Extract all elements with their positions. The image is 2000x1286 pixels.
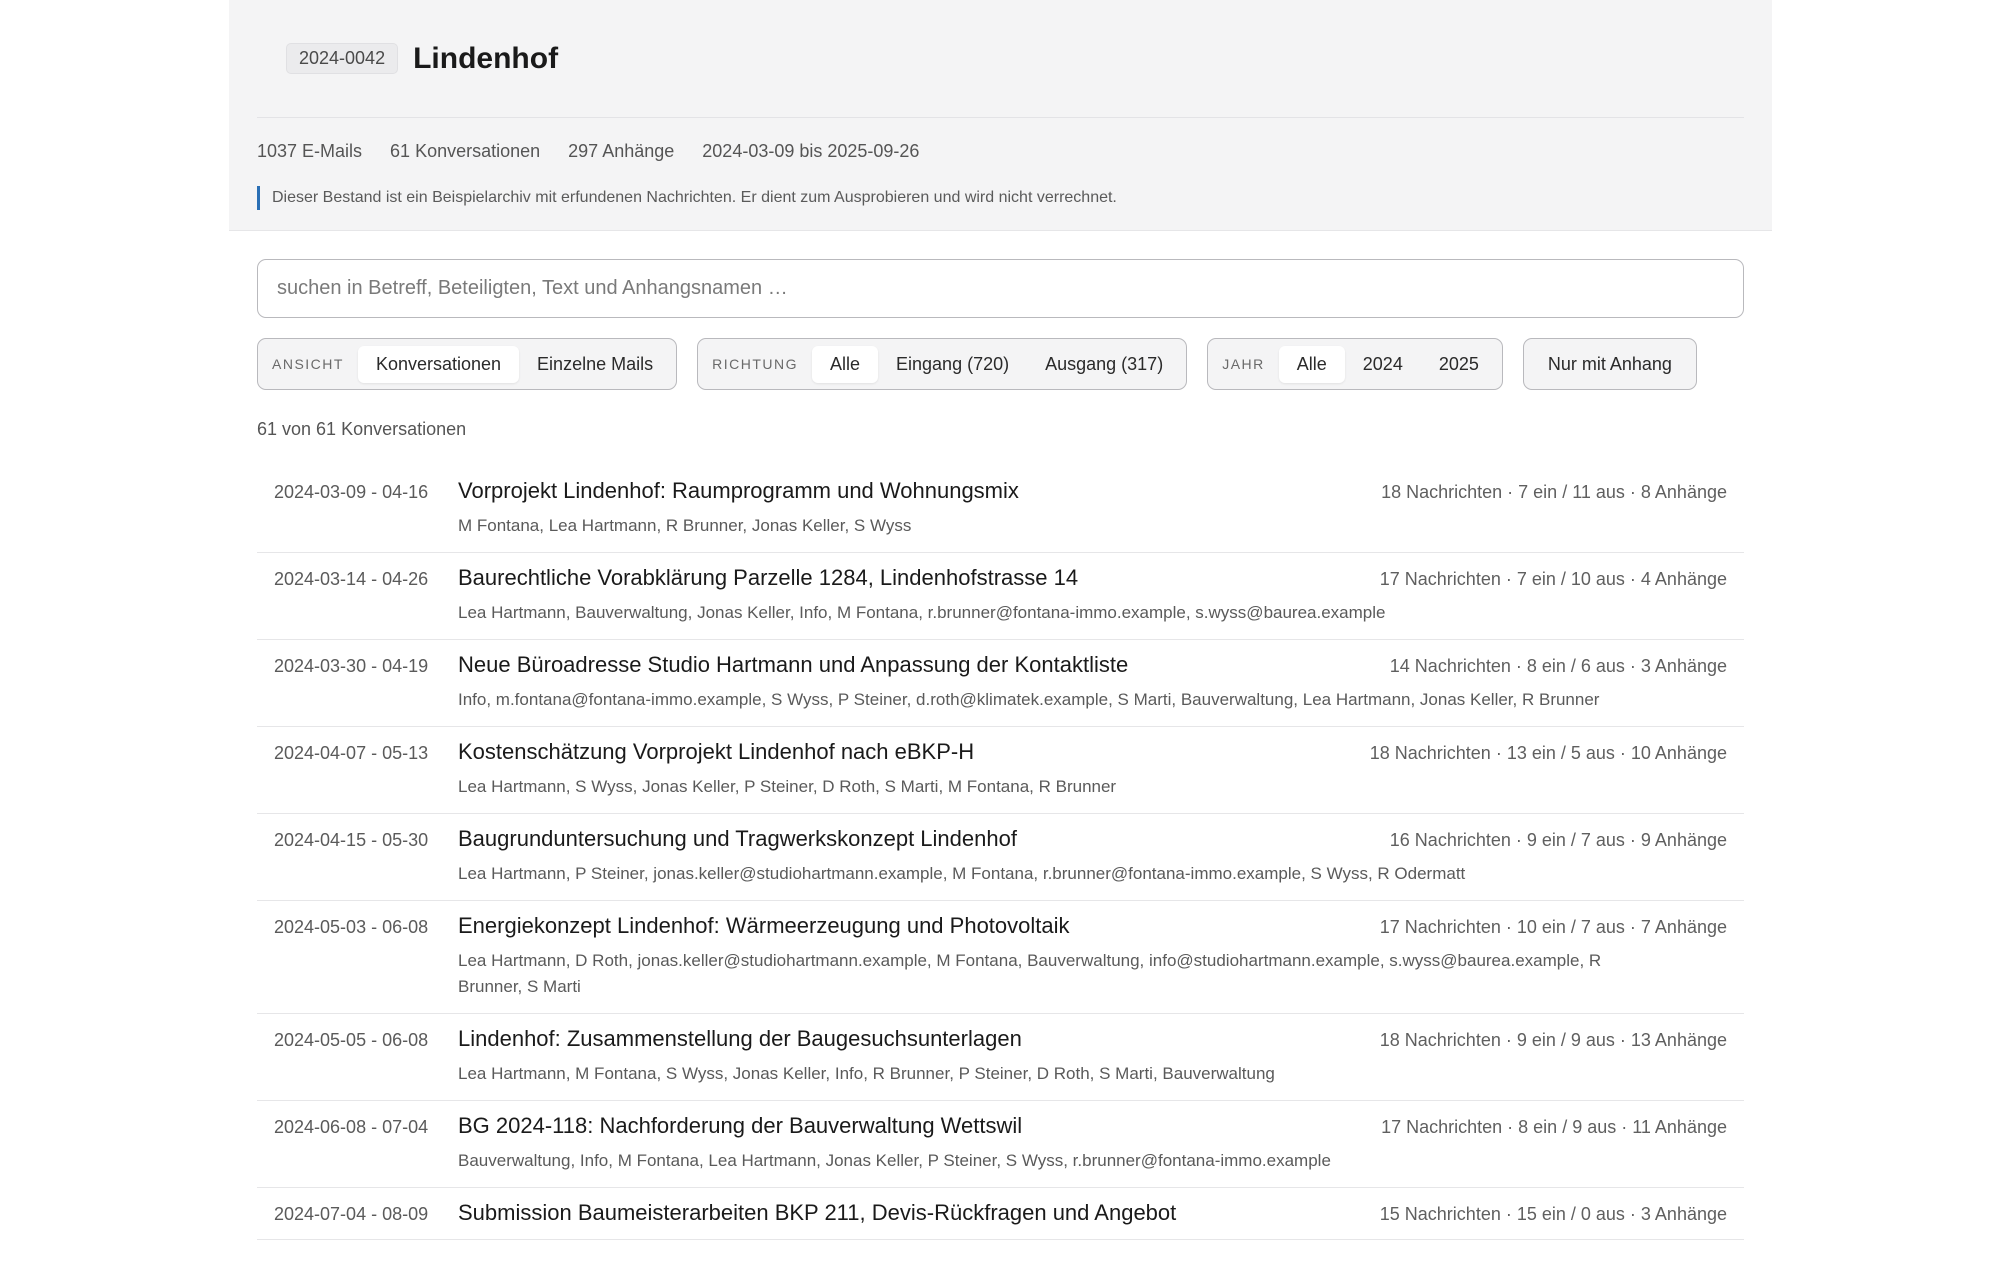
conversation-body: Kostenschätzung Vorprojekt Lindenhof nac…	[458, 739, 1727, 800]
conversation-body: Lindenhof: Zusammenstellung der Baugesuc…	[458, 1026, 1727, 1087]
conversation-body: Neue Büroadresse Studio Hartmann und Anp…	[458, 652, 1727, 713]
conversation-participants: M Fontana, Lea Hartmann, R Brunner, Jona…	[458, 516, 912, 535]
conversation-subject[interactable]: Energiekonzept Lindenhof: Wärmeerzeugung…	[458, 913, 1070, 939]
conversation-body: Energiekonzept Lindenhof: Wärmeerzeugung…	[458, 913, 1727, 1000]
conversation-meta: 17 Nachrichten · 7 ein / 10 aus · 4 Anhä…	[1379, 569, 1727, 589]
conversation-date: 2024-03-14 - 04-26	[274, 569, 429, 589]
direction-filter-label: RICHTUNG	[712, 356, 798, 372]
archive-page: 2024-0042 Lindenhof 1037 E-Mails 61 Konv…	[229, 0, 1772, 1286]
title-row: 2024-0042 Lindenhof	[257, 0, 1744, 118]
conversation-subject[interactable]: Submission Baumeisterarbeiten BKP 211, D…	[458, 1200, 1176, 1226]
view-filter-label: ANSICHT	[272, 356, 344, 372]
conversation-row[interactable]: 2024-04-15 - 05-30 Baugrunduntersuchung …	[257, 814, 1744, 901]
result-count: 61 von 61 Konversationen	[257, 419, 467, 439]
conversation-top: Energiekonzept Lindenhof: Wärmeerzeugung…	[458, 913, 1727, 939]
conversation-subject[interactable]: Neue Büroadresse Studio Hartmann und Anp…	[458, 652, 1128, 678]
conversation-meta: 18 Nachrichten · 7 ein / 11 aus · 8 Anhä…	[1381, 482, 1727, 502]
conversation-list: 2024-03-09 - 04-16 Vorprojekt Lindenhof:…	[257, 466, 1744, 1240]
conversation-participants: Bauverwaltung, Info, M Fontana, Lea Hart…	[458, 1151, 1331, 1170]
conversation-top: Neue Büroadresse Studio Hartmann und Anp…	[458, 652, 1727, 678]
conversation-date: 2024-05-03 - 06-08	[274, 917, 429, 937]
conversation-participants: Lea Hartmann, P Steiner, jonas.keller@st…	[458, 864, 1466, 883]
year-option-all[interactable]: Alle	[1278, 345, 1345, 383]
conversation-top: Kostenschätzung Vorprojekt Lindenhof nac…	[458, 739, 1727, 765]
conversation-participants: Lea Hartmann, M Fontana, S Wyss, Jonas K…	[458, 1064, 1275, 1083]
case-number-badge: 2024-0042	[286, 43, 399, 74]
conversation-body: BG 2024-118: Nachforderung der Bauverwal…	[458, 1113, 1727, 1174]
conversation-date: 2024-07-04 - 08-09	[274, 1204, 429, 1224]
direction-filter: RICHTUNG Alle Eingang (720) Ausgang (317…	[697, 338, 1188, 390]
conversation-meta: 17 Nachrichten · 10 ein / 7 aus · 7 Anhä…	[1379, 917, 1727, 937]
stat-conversations: 61 Konversationen	[390, 140, 541, 161]
case-stats: 1037 E-Mails 61 Konversationen 297 Anhän…	[257, 118, 1744, 182]
conversation-meta: 14 Nachrichten · 8 ein / 6 aus · 3 Anhän…	[1389, 656, 1727, 676]
conversation-top: Lindenhof: Zusammenstellung der Baugesuc…	[458, 1026, 1727, 1052]
year-option-2024[interactable]: 2024	[1345, 346, 1421, 383]
stat-emails: 1037 E-Mails	[257, 140, 363, 161]
conversation-body: Baugrunduntersuchung und Tragwerkskonzep…	[458, 826, 1727, 887]
conversation-meta: 17 Nachrichten · 8 ein / 9 aus · 11 Anhä…	[1381, 1117, 1727, 1137]
conversation-top: Baugrunduntersuchung und Tragwerkskonzep…	[458, 826, 1727, 852]
conversation-row[interactable]: 2024-03-30 - 04-19 Neue Büroadresse Stud…	[257, 640, 1744, 727]
search-input[interactable]	[257, 259, 1744, 318]
conversation-subject[interactable]: BG 2024-118: Nachforderung der Bauverwal…	[458, 1113, 1022, 1139]
conversation-meta: 15 Nachrichten · 15 ein / 0 aus · 3 Anhä…	[1379, 1204, 1727, 1224]
conversation-subject[interactable]: Baurechtliche Vorabklärung Parzelle 1284…	[458, 565, 1078, 591]
conversation-body: Submission Baumeisterarbeiten BKP 211, D…	[458, 1200, 1727, 1226]
conversation-subject[interactable]: Baugrunduntersuchung und Tragwerkskonzep…	[458, 826, 1017, 852]
conversation-date: 2024-05-05 - 06-08	[274, 1030, 429, 1050]
conversation-participants: Info, m.fontana@fontana-immo.example, S …	[458, 690, 1600, 709]
view-option-conversations[interactable]: Konversationen	[357, 345, 520, 383]
conversation-participants: Lea Hartmann, D Roth, jonas.keller@studi…	[458, 951, 1602, 996]
year-filter: JAHR Alle 2024 2025	[1207, 338, 1503, 390]
conversation-body: Vorprojekt Lindenhof: Raumprogramm und W…	[458, 478, 1727, 539]
conversation-date: 2024-03-30 - 04-19	[274, 656, 429, 676]
attachment-only-button[interactable]: Nur mit Anhang	[1522, 338, 1697, 390]
case-header: 2024-0042 Lindenhof 1037 E-Mails 61 Konv…	[229, 0, 1772, 231]
conversation-top: BG 2024-118: Nachforderung der Bauverwal…	[458, 1113, 1727, 1139]
stat-date-range: 2024-03-09 bis 2025-09-26	[702, 140, 920, 161]
conversation-participants: Lea Hartmann, S Wyss, Jonas Keller, P St…	[458, 777, 1117, 796]
conversation-date: 2024-06-08 - 07-04	[274, 1117, 429, 1137]
conversation-row[interactable]: 2024-06-08 - 07-04 BG 2024-118: Nachford…	[257, 1101, 1744, 1188]
direction-option-incoming[interactable]: Eingang (720)	[878, 346, 1027, 383]
main-content: ANSICHT Konversationen Einzelne Mails RI…	[229, 231, 1772, 1240]
conversation-top: Submission Baumeisterarbeiten BKP 211, D…	[458, 1200, 1727, 1226]
view-filter: ANSICHT Konversationen Einzelne Mails	[257, 338, 678, 390]
conversation-row[interactable]: 2024-04-07 - 05-13 Kostenschätzung Vorpr…	[257, 727, 1744, 814]
conversation-top: Baurechtliche Vorabklärung Parzelle 1284…	[458, 565, 1727, 591]
conversation-date: 2024-04-07 - 05-13	[274, 743, 429, 763]
view-option-single-mails[interactable]: Einzelne Mails	[519, 346, 671, 383]
demo-notice: Dieser Bestand ist ein Beispielarchiv mi…	[257, 186, 1744, 210]
case-title: Lindenhof	[413, 41, 559, 75]
conversation-row[interactable]: 2024-05-03 - 06-08 Energiekonzept Linden…	[257, 901, 1744, 1014]
conversation-meta: 16 Nachrichten · 9 ein / 7 aus · 9 Anhän…	[1389, 830, 1727, 850]
conversation-subject[interactable]: Lindenhof: Zusammenstellung der Baugesuc…	[458, 1026, 1022, 1052]
direction-option-outgoing[interactable]: Ausgang (317)	[1027, 346, 1181, 383]
conversation-row[interactable]: 2024-07-04 - 08-09 Submission Baumeister…	[257, 1188, 1744, 1240]
year-filter-label: JAHR	[1222, 356, 1265, 372]
conversation-date: 2024-03-09 - 04-16	[274, 482, 429, 502]
stat-attachments: 297 Anhänge	[568, 140, 675, 161]
conversation-top: Vorprojekt Lindenhof: Raumprogramm und W…	[458, 478, 1727, 504]
filter-bar: ANSICHT Konversationen Einzelne Mails RI…	[257, 338, 1744, 390]
conversation-subject[interactable]: Vorprojekt Lindenhof: Raumprogramm und W…	[458, 478, 1019, 504]
conversation-subject[interactable]: Kostenschätzung Vorprojekt Lindenhof nac…	[458, 739, 974, 765]
conversation-row[interactable]: 2024-05-05 - 06-08 Lindenhof: Zusammenst…	[257, 1014, 1744, 1101]
conversation-row[interactable]: 2024-03-14 - 04-26 Baurechtliche Vorabkl…	[257, 553, 1744, 640]
year-option-2025[interactable]: 2025	[1421, 346, 1497, 383]
conversation-row[interactable]: 2024-03-09 - 04-16 Vorprojekt Lindenhof:…	[257, 466, 1744, 553]
conversation-date: 2024-04-15 - 05-30	[274, 830, 429, 850]
conversation-meta: 18 Nachrichten · 9 ein / 9 aus · 13 Anhä…	[1379, 1030, 1727, 1050]
conversation-participants: Lea Hartmann, Bauverwaltung, Jonas Kelle…	[458, 603, 1386, 622]
direction-option-all[interactable]: Alle	[812, 345, 879, 383]
conversation-meta: 18 Nachrichten · 13 ein / 5 aus · 10 Anh…	[1369, 743, 1727, 763]
conversation-body: Baurechtliche Vorabklärung Parzelle 1284…	[458, 565, 1727, 626]
